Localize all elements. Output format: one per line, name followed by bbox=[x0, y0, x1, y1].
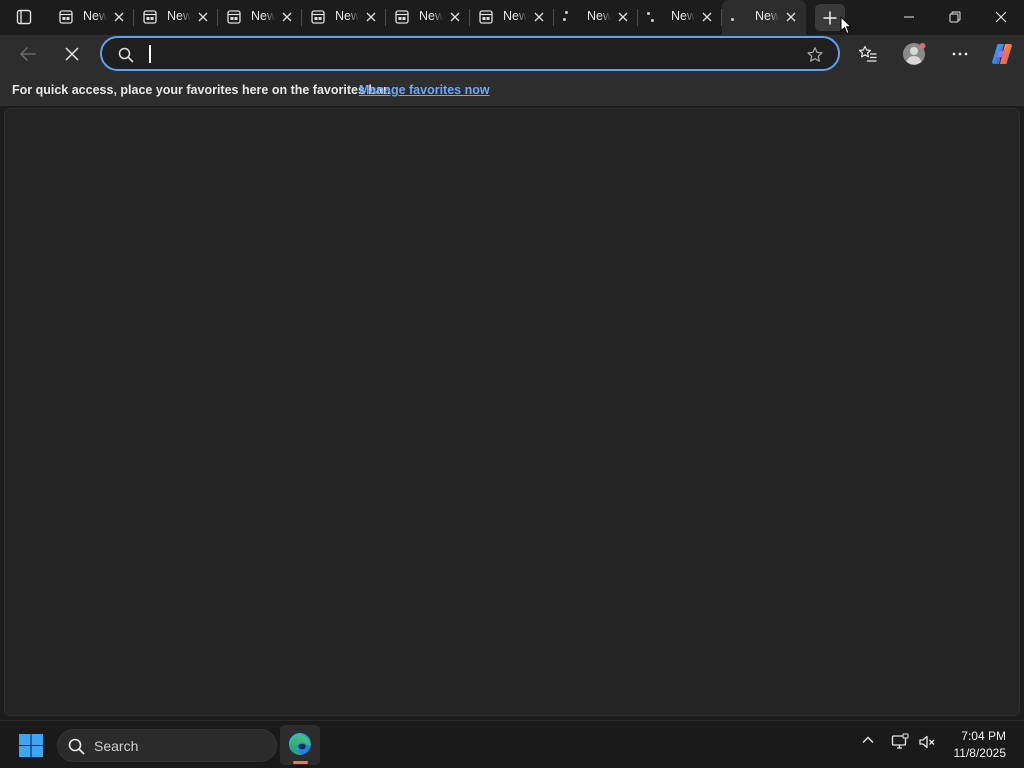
volume-status[interactable] bbox=[918, 733, 936, 751]
close-icon bbox=[995, 11, 1007, 23]
mouse-cursor-icon bbox=[840, 16, 852, 35]
loading-dots-icon bbox=[563, 10, 577, 24]
browser-tab[interactable]: New tab bbox=[554, 0, 638, 35]
edge-icon bbox=[289, 733, 311, 755]
stop-loading-button[interactable] bbox=[57, 39, 87, 69]
tab-page-icon bbox=[59, 10, 73, 24]
restore-icon bbox=[949, 11, 961, 23]
more-button[interactable] bbox=[945, 39, 975, 69]
search-icon bbox=[68, 738, 85, 755]
tab-close-button[interactable] bbox=[700, 10, 714, 24]
tab-title: New tab bbox=[755, 9, 779, 23]
tab-close-button[interactable] bbox=[364, 10, 378, 24]
taskbar-edge-app[interactable] bbox=[280, 725, 320, 765]
back-arrow-icon bbox=[20, 47, 36, 61]
close-icon bbox=[366, 12, 376, 22]
volume-muted-icon bbox=[919, 735, 935, 749]
tab-close-button[interactable] bbox=[448, 10, 462, 24]
favorites-bar-message: For quick access, place your favorites h… bbox=[12, 83, 391, 97]
back-button[interactable] bbox=[13, 39, 43, 69]
close-icon bbox=[702, 12, 712, 22]
windows-logo-icon bbox=[19, 734, 43, 757]
tab-title: New tab bbox=[587, 9, 611, 23]
close-icon bbox=[618, 12, 628, 22]
page-content[interactable] bbox=[4, 108, 1020, 716]
browser-tab[interactable]: New tab bbox=[50, 0, 134, 35]
favorites-bar: For quick access, place your favorites h… bbox=[0, 72, 1024, 106]
manage-favorites-link[interactable]: Manage favorites now bbox=[359, 83, 490, 97]
tab-actions-menu-button[interactable] bbox=[10, 5, 38, 29]
chevron-up-icon bbox=[862, 736, 874, 743]
copilot-button[interactable] bbox=[987, 39, 1017, 69]
loading-dots-icon bbox=[647, 10, 661, 24]
browser-toolbar bbox=[0, 35, 1024, 72]
plus-icon bbox=[823, 11, 837, 24]
tab-actions-icon bbox=[16, 9, 32, 25]
tab-title: New tab bbox=[335, 9, 359, 23]
tab-title: New tab bbox=[83, 9, 107, 23]
tab-close-button[interactable] bbox=[532, 10, 546, 24]
favorites-icon bbox=[858, 45, 877, 62]
browser-tab[interactable]: New tab bbox=[134, 0, 218, 35]
tab-title: New tab bbox=[167, 9, 191, 23]
start-button[interactable] bbox=[18, 734, 44, 758]
address-input[interactable] bbox=[148, 42, 788, 66]
title-bar: New tab New tab New tab New tab New tab New t… bbox=[0, 0, 1024, 35]
clock-time: 7:04 PM bbox=[961, 729, 1006, 743]
browser-tab[interactable]: New tab bbox=[638, 0, 722, 35]
copilot-icon bbox=[992, 44, 1012, 64]
loading-dots-icon bbox=[731, 10, 745, 24]
close-icon bbox=[786, 12, 796, 22]
tab-page-icon bbox=[227, 10, 241, 24]
browser-tab[interactable]: New tab bbox=[722, 0, 806, 35]
taskbar-search-label: Search bbox=[94, 738, 139, 754]
tab-page-icon bbox=[311, 10, 325, 24]
tab-title: New tab bbox=[503, 9, 527, 23]
show-hidden-icons-button[interactable] bbox=[861, 733, 875, 747]
text-caret bbox=[149, 45, 151, 63]
close-icon bbox=[534, 12, 544, 22]
tab-page-icon bbox=[143, 10, 157, 24]
close-icon bbox=[450, 12, 460, 22]
minimize-button[interactable] bbox=[886, 0, 932, 34]
stop-loading-icon bbox=[65, 47, 79, 61]
favorite-star-icon[interactable] bbox=[806, 46, 824, 64]
tab-title: New tab bbox=[251, 9, 275, 23]
tab-page-icon bbox=[479, 10, 493, 24]
browser-tab[interactable]: New tab bbox=[302, 0, 386, 35]
close-icon bbox=[198, 12, 208, 22]
tab-page-icon bbox=[395, 10, 409, 24]
search-icon bbox=[118, 47, 134, 63]
profile-button[interactable] bbox=[899, 39, 929, 69]
active-app-indicator bbox=[293, 761, 308, 764]
close-icon bbox=[114, 12, 124, 22]
restore-button[interactable] bbox=[932, 0, 978, 34]
system-clock[interactable]: 7:04 PM 11/8/2025 bbox=[954, 728, 1007, 762]
window-close-button[interactable] bbox=[978, 0, 1024, 34]
browser-tab[interactable]: New tab bbox=[218, 0, 302, 35]
address-bar[interactable] bbox=[100, 36, 840, 71]
minimize-icon bbox=[904, 16, 914, 18]
favorites-button[interactable] bbox=[853, 39, 883, 69]
tab-close-button[interactable] bbox=[616, 10, 630, 24]
tab-close-button[interactable] bbox=[280, 10, 294, 24]
network-icon bbox=[891, 733, 909, 749]
taskbar-search[interactable]: Search bbox=[57, 729, 277, 762]
tab-close-button[interactable] bbox=[112, 10, 126, 24]
browser-tab[interactable]: New tab bbox=[470, 0, 554, 35]
tab-close-button[interactable] bbox=[784, 10, 798, 24]
taskbar: Search 7:04 PM 11/8/2025 bbox=[0, 720, 1024, 768]
tab-title: New tab bbox=[671, 9, 695, 23]
close-icon bbox=[282, 12, 292, 22]
network-status[interactable] bbox=[891, 733, 909, 751]
profile-icon bbox=[903, 43, 926, 65]
more-icon bbox=[952, 52, 968, 56]
browser-tab[interactable]: New tab bbox=[386, 0, 470, 35]
clock-date: 11/8/2025 bbox=[953, 746, 1007, 760]
tab-title: New tab bbox=[419, 9, 443, 23]
tab-close-button[interactable] bbox=[196, 10, 210, 24]
